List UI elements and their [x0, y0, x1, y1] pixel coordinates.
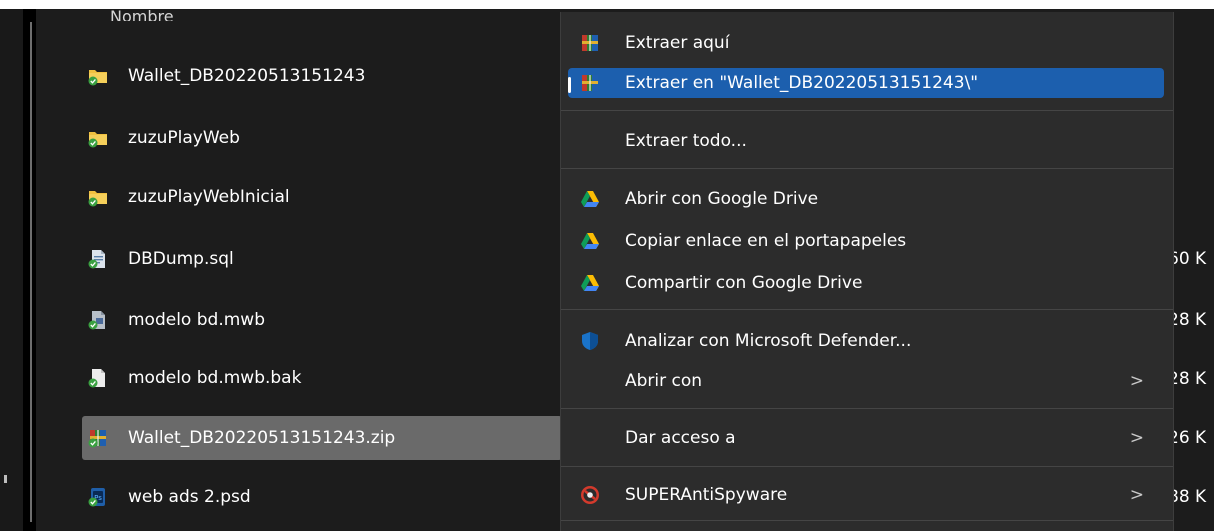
- file-name: zuzuPlayWebInicial: [128, 187, 290, 207]
- window-top-edge: [0, 0, 1214, 9]
- file-row-wallet-zip[interactable]: Wallet_DB20220513151243.zip: [82, 416, 562, 460]
- menu-item-label: Abrir con: [625, 371, 703, 391]
- file-row-modelo-mwb[interactable]: modelo bd.mwb: [82, 298, 562, 342]
- menu-separator: [561, 110, 1173, 111]
- folder-icon: [88, 128, 108, 148]
- file-name: Wallet_DB20220513151243: [128, 66, 366, 86]
- menu-item-extraer-en-carpeta[interactable]: Extraer en "Wallet_DB20220513151243\": [568, 68, 1164, 98]
- column-header-name[interactable]: Nombre: [110, 9, 174, 21]
- file-row-wallet-folder[interactable]: Wallet_DB20220513151243: [82, 54, 562, 98]
- file-row-web-ads-psd[interactable]: web ads 2.psd: [82, 475, 562, 519]
- menu-item-label: Dar acceso a: [625, 428, 736, 448]
- defender-shield-icon: [580, 331, 600, 351]
- menu-item-label: Abrir con Google Drive: [625, 189, 819, 209]
- sql-file-icon: [88, 249, 108, 269]
- file-name: Wallet_DB20220513151243.zip: [128, 428, 396, 448]
- google-drive-icon: [580, 189, 600, 209]
- chevron-right-icon: >: [1129, 371, 1144, 391]
- menu-separator: [561, 466, 1173, 467]
- psd-file-icon: [88, 487, 108, 507]
- menu-item-label: Extraer aquí: [625, 33, 730, 53]
- menu-item-label: Analizar con Microsoft Defender...: [625, 331, 912, 351]
- menu-item-microsoft-defender[interactable]: Analizar con Microsoft Defender...: [568, 324, 1164, 358]
- menu-item-extraer-todo[interactable]: Extraer todo...: [568, 124, 1164, 158]
- menu-item-superantispyware[interactable]: SUPERAntiSpyware >: [568, 478, 1164, 512]
- mwb-file-icon: [88, 310, 108, 330]
- google-drive-icon: [580, 273, 600, 293]
- file-name: modelo bd.mwb: [128, 310, 265, 330]
- menu-item-compartir-google-drive[interactable]: Compartir con Google Drive: [568, 266, 1164, 300]
- file-row-zuzuplayweb[interactable]: zuzuPlayWeb: [82, 116, 562, 160]
- navigation-pane: [0, 9, 23, 531]
- winrar-icon: [580, 73, 600, 93]
- pane-divider[interactable]: [30, 22, 32, 522]
- google-drive-icon: [580, 231, 600, 251]
- menu-separator: [561, 309, 1173, 310]
- winrar-icon: [580, 33, 600, 53]
- winrar-archive-icon: [88, 428, 108, 448]
- menu-separator: [561, 168, 1173, 169]
- menu-separator: [561, 408, 1173, 409]
- menu-item-label: SUPERAntiSpyware: [625, 485, 788, 505]
- context-menu: Extraer aquí Extraer en "Wallet_DB202205…: [560, 12, 1174, 531]
- folder-icon: [88, 66, 108, 86]
- chevron-right-icon: >: [1129, 428, 1144, 448]
- menu-item-extraer-aqui[interactable]: Extraer aquí: [568, 26, 1164, 60]
- file-name: modelo bd.mwb.bak: [128, 368, 302, 388]
- file-name: web ads 2.psd: [128, 487, 251, 507]
- file-row-modelo-bak[interactable]: modelo bd.mwb.bak: [82, 356, 562, 400]
- menu-item-label: Extraer todo...: [625, 131, 747, 151]
- nav-pane-marker: [4, 475, 7, 483]
- menu-item-abrir-google-drive[interactable]: Abrir con Google Drive: [568, 182, 1164, 216]
- superantispyware-icon: [580, 485, 600, 505]
- menu-item-label: Compartir con Google Drive: [625, 273, 863, 293]
- menu-item-label: Copiar enlace en el portapapeles: [625, 231, 907, 251]
- menu-item-label: Extraer en "Wallet_DB20220513151243\": [625, 73, 979, 93]
- file-icon: [88, 368, 108, 388]
- file-name: DBDump.sql: [128, 249, 234, 269]
- menu-separator: [561, 520, 1173, 521]
- file-row-zuzuplaywebinicial[interactable]: zuzuPlayWebInicial: [82, 175, 562, 219]
- menu-item-dar-acceso[interactable]: Dar acceso a >: [568, 421, 1164, 455]
- file-row-dbdump[interactable]: DBDump.sql: [82, 237, 562, 281]
- menu-item-abrir-con[interactable]: Abrir con >: [568, 364, 1164, 398]
- folder-icon: [88, 187, 108, 207]
- chevron-right-icon: >: [1129, 485, 1144, 505]
- file-name: zuzuPlayWeb: [128, 128, 240, 148]
- menu-item-copiar-enlace[interactable]: Copiar enlace en el portapapeles: [568, 224, 1164, 258]
